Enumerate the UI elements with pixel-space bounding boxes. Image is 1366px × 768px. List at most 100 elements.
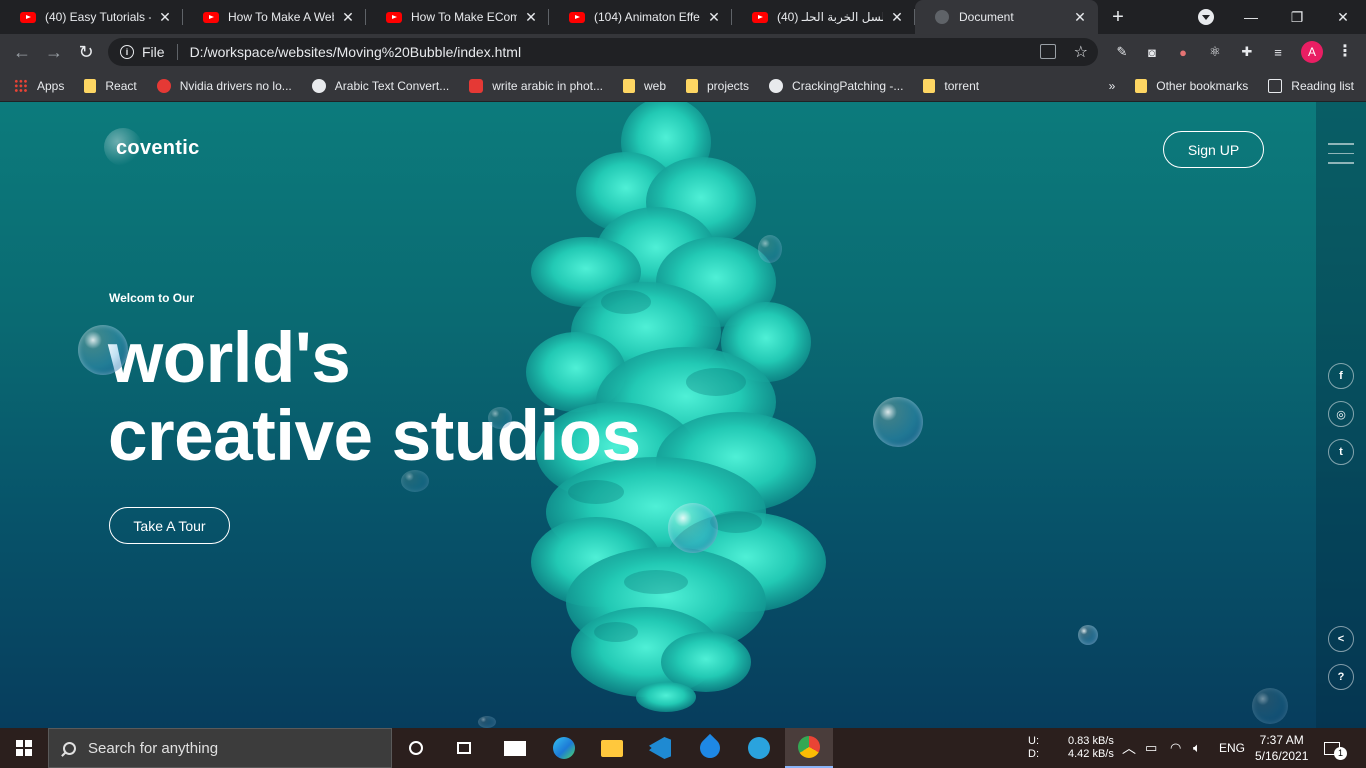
reading-list-label: Reading list [1291,79,1354,93]
battery-icon[interactable]: ▭ [1145,728,1157,768]
browser-tab[interactable]: (104) Animaton Effect ✕ [549,0,732,34]
browser-tab-active[interactable]: Document ✕ [915,0,1098,34]
reading-list[interactable]: Reading list [1268,79,1354,93]
telegram-icon[interactable] [735,728,783,768]
eyedropper-extension-icon[interactable]: ✎ [1112,42,1132,62]
restore-icon[interactable]: ❐ [1274,0,1320,34]
bookmark-projects[interactable]: projects [686,78,749,93]
scheme-label: File [142,44,165,60]
bookmark-react[interactable]: React [84,78,137,93]
facebook-icon[interactable]: f [1328,363,1354,389]
browser-tab[interactable]: (40) مسلسل الخربة الحلـ ✕ [732,0,915,34]
profile-avatar[interactable]: A [1301,41,1323,63]
tab-title: (40) Easy Tutorials - Yo [45,10,151,24]
bookmark-nvidia[interactable]: Nvidia drivers no lo... [156,78,292,93]
globe-icon [311,78,326,93]
share-icon[interactable]: < [1328,626,1354,652]
site-icon [156,78,171,93]
wifi-icon[interactable]: ◠ [1170,728,1181,768]
instagram-icon[interactable]: ◎ [1328,401,1354,427]
close-window-icon[interactable]: ✕ [1320,0,1366,34]
minimize-icon[interactable]: — [1228,0,1274,34]
hero-heading-line1: world's [108,319,351,398]
apps-grid-icon [14,78,28,93]
help-icon[interactable]: ? [1328,664,1354,690]
forward-icon[interactable]: → [38,36,70,68]
windows-logo-icon [16,740,32,756]
media-control-icon[interactable]: ≡ [1268,42,1288,62]
mail-icon[interactable] [491,728,539,768]
hero-heading: world's creative studios [108,320,641,476]
bookmark-label: web [643,78,666,93]
bookmarks-overflow-button[interactable]: » [1109,79,1116,93]
hamburger-menu-icon[interactable] [1328,143,1354,172]
folder-icon [84,78,97,93]
hero-heading-line2: creative studios [108,397,641,476]
browser-toolbar: ← → ↻ i File D:/workspace/websites/Movin… [0,34,1366,70]
back-icon[interactable]: ← [6,36,38,68]
folder-icon [622,78,635,93]
close-tab-icon[interactable]: ✕ [1072,9,1088,26]
menu-kebab-icon[interactable]: ⋮ [1337,41,1353,63]
welcome-text: Welcom to Our [109,291,195,305]
tab-title: How To Make A Websi [228,10,334,24]
reading-list-icon [1268,79,1283,93]
info-icon[interactable]: i [120,45,134,59]
new-tab-button[interactable]: + [1098,0,1138,34]
cloud-extension-icon[interactable]: ● [1173,42,1193,62]
start-button[interactable] [0,728,48,768]
bookmarks-bar: Apps React Nvidia drivers no lo... Arabi… [0,70,1366,102]
file-explorer-icon[interactable] [588,728,636,768]
vpn-icon[interactable] [686,728,734,768]
show-hidden-icons[interactable]: ︿ [1122,728,1136,768]
bookmark-torrent[interactable]: torrent [923,78,979,93]
net-down-value: 4.42 kB/s [1068,748,1114,760]
task-view-icon[interactable] [440,728,488,768]
take-tour-button[interactable]: Take A Tour [109,507,230,544]
address-bar[interactable]: i File D:/workspace/websites/Moving%20Bu… [108,38,1098,66]
translate-icon[interactable] [1040,44,1056,59]
language-indicator[interactable]: ENG [1219,728,1245,768]
reload-icon[interactable]: ↻ [70,36,102,68]
notification-center[interactable]: 1 [1324,728,1353,768]
close-tab-icon[interactable]: ✕ [340,9,356,26]
taskbar-search[interactable]: Search for anything [48,728,392,768]
bubble [1078,625,1098,645]
url-text[interactable]: D:/workspace/websites/Moving%20Bubble/in… [190,44,522,60]
bookmark-arabic-converter[interactable]: Arabic Text Convert... [311,78,449,93]
close-tab-icon[interactable]: ✕ [706,9,722,26]
bubble [401,470,429,492]
browser-tab[interactable]: How To Make EComm ✕ [366,0,549,34]
windows-taskbar: Search for anything U: D: 0.83 kB/s 4.42… [0,728,1366,768]
bookmark-crackingpatching[interactable]: CrackingPatching -... [769,78,903,93]
twitter-icon[interactable]: t [1328,439,1354,465]
extensions-puzzle-icon[interactable]: ✚ [1237,42,1257,62]
volume-icon[interactable]: 🔈︎ [1193,728,1201,768]
net-down-label: D: [1028,748,1039,760]
cortana-icon[interactable] [392,728,440,768]
close-tab-icon[interactable]: ✕ [157,9,173,26]
other-bookmarks-label: Other bookmarks [1156,79,1249,93]
chrome-taskbar-icon[interactable] [785,728,833,768]
bookmark-write-arabic[interactable]: write arabic in phot... [469,78,603,93]
net-speed: 0.83 kB/s 4.42 kB/s [1068,728,1114,768]
net-up-label: U: [1028,735,1039,747]
browser-tab[interactable]: (40) Easy Tutorials - Yo ✕ [0,0,183,34]
tab-search-icon[interactable] [1198,9,1214,25]
camera-extension-icon[interactable]: ◙ [1142,42,1162,62]
edge-icon[interactable] [540,728,588,768]
vscode-icon[interactable] [636,728,684,768]
close-tab-icon[interactable]: ✕ [889,9,905,26]
other-bookmarks[interactable]: Other bookmarks [1135,79,1248,93]
clock[interactable]: 7:37 AM 5/16/2021 [1255,728,1308,768]
bookmark-star-icon[interactable]: ☆ [1074,42,1088,62]
clock-time: 7:37 AM [1259,733,1304,747]
youtube-icon [203,11,219,23]
browser-tab[interactable]: How To Make A Websi ✕ [183,0,366,34]
signup-button[interactable]: Sign UP [1163,131,1264,168]
bookmarks-right: » Other bookmarks Reading list [1109,70,1366,102]
react-devtools-icon[interactable]: ⚛ [1205,42,1225,62]
close-tab-icon[interactable]: ✕ [523,9,539,26]
bookmark-apps[interactable]: Apps [14,78,64,93]
bookmark-web[interactable]: web [622,78,666,93]
